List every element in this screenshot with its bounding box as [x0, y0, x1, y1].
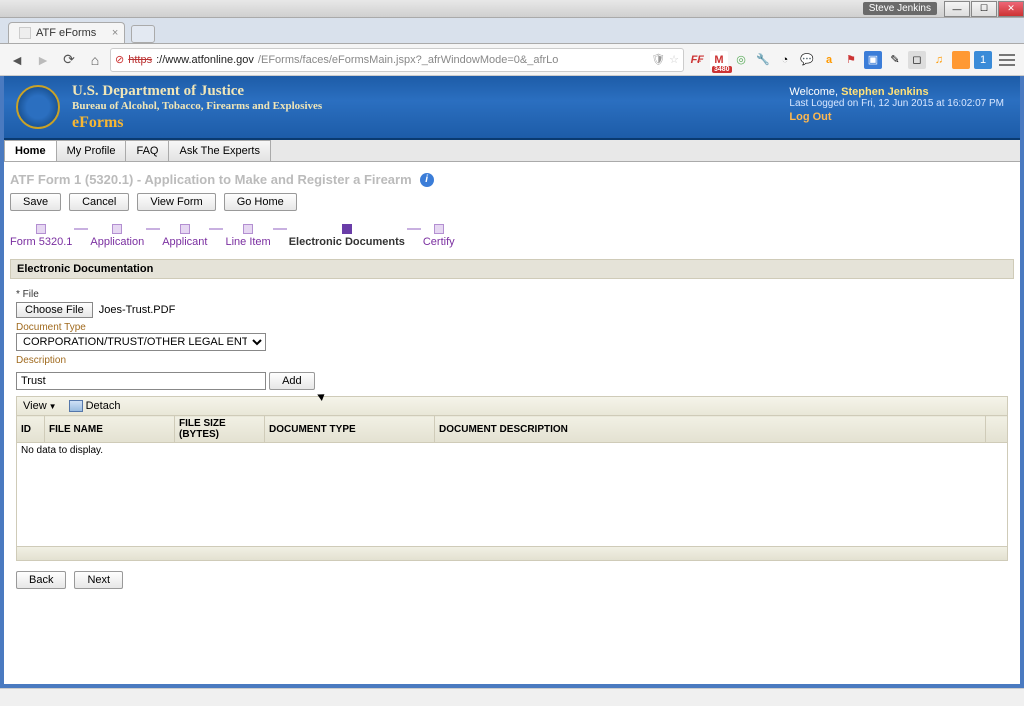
ff-extension-icon[interactable]: F₣	[688, 51, 706, 69]
view-form-button[interactable]: View Form	[137, 193, 215, 211]
chrome-menu-button[interactable]	[996, 49, 1018, 71]
grey-extension-icon[interactable]: ◻	[908, 51, 926, 69]
train-stop-applicant[interactable]: Applicant	[162, 224, 207, 248]
detach-button[interactable]: Detach	[69, 400, 121, 412]
col-id[interactable]: ID	[17, 416, 45, 443]
shield-icon[interactable]: 🛡	[651, 53, 665, 66]
col-document-description[interactable]: DOCUMENT DESCRIPTION	[435, 416, 986, 443]
go-home-button[interactable]: Go Home	[224, 193, 297, 211]
train-stop-line-item[interactable]: Line Item	[225, 224, 270, 248]
info-icon[interactable]: i	[420, 173, 434, 187]
chevron-down-icon: ▼	[49, 402, 57, 411]
nav-tab-my-profile[interactable]: My Profile	[56, 140, 127, 161]
train-stop-electronic-documents[interactable]: Electronic Documents	[289, 224, 405, 248]
wizard-train: Form 5320.1 Application Applicant Line I…	[10, 219, 1014, 253]
description-label: Description	[16, 355, 1008, 366]
view-menu[interactable]: View ▼	[23, 400, 57, 412]
train-stop-application[interactable]: Application	[90, 224, 144, 248]
reload-button[interactable]: ⟳	[58, 49, 80, 71]
agency-header: U.S. Department of Justice Bureau of Alc…	[4, 76, 1020, 140]
browser-tab-title: ATF eForms	[36, 27, 96, 39]
train-stop-form[interactable]: Form 5320.1	[10, 224, 72, 248]
new-tab-button[interactable]	[131, 25, 155, 43]
table-toolbar: View ▼ Detach	[16, 396, 1008, 415]
bureau-name: Bureau of Alcohol, Tobacco, Firearms and…	[72, 100, 322, 112]
amazon-extension-icon[interactable]: a	[820, 51, 838, 69]
security-warning-icon: ⊘	[115, 53, 124, 66]
browser-tab[interactable]: ATF eForms ×	[8, 22, 125, 43]
page-favicon-icon	[19, 27, 31, 39]
music-extension-icon[interactable]: ♫	[930, 51, 948, 69]
clock-extension-icon[interactable]: ◔	[776, 51, 794, 69]
save-button[interactable]: Save	[10, 193, 61, 211]
documents-table: ID FILE NAME FILE SIZE (BYTES) DOCUMENT …	[16, 415, 1008, 547]
page-body: U.S. Department of Justice Bureau of Alc…	[0, 76, 1024, 688]
description-input[interactable]	[16, 372, 266, 390]
app-name: eForms	[72, 114, 322, 132]
flag-extension-icon[interactable]: ⚑	[842, 51, 860, 69]
bookmark-icon[interactable]: ☆	[669, 53, 679, 66]
folder-extension-icon[interactable]: ▣	[864, 51, 882, 69]
col-actions	[986, 416, 1008, 443]
evernote-extension-icon[interactable]: ◎	[732, 51, 750, 69]
document-type-select[interactable]: CORPORATION/TRUST/OTHER LEGAL ENTITY	[16, 333, 266, 351]
welcome-label: Welcome,	[789, 86, 838, 98]
browser-status-bar	[0, 688, 1024, 706]
nav-tab-ask-experts[interactable]: Ask The Experts	[168, 140, 271, 161]
doj-seal-icon	[16, 85, 60, 129]
gmail-badge: 3480	[712, 66, 732, 73]
col-file-size[interactable]: FILE SIZE (BYTES)	[175, 416, 265, 443]
welcome-user: Stephen Jenkins	[841, 86, 928, 98]
page-title: ATF Form 1 (5320.1) - Application to Mak…	[10, 172, 412, 187]
home-button[interactable]: ⌂	[84, 49, 106, 71]
choose-file-button[interactable]: Choose File	[16, 302, 93, 318]
section-title: Electronic Documentation	[10, 259, 1014, 279]
train-stop-certify[interactable]: Certify	[423, 224, 455, 248]
cancel-button[interactable]: Cancel	[69, 193, 129, 211]
next-button-wizard[interactable]: Next	[74, 571, 123, 589]
close-tab-icon[interactable]: ×	[112, 27, 118, 39]
main-nav: Home My Profile FAQ Ask The Experts	[4, 140, 1020, 162]
col-document-type[interactable]: DOCUMENT TYPE	[265, 416, 435, 443]
logout-link[interactable]: Log Out	[789, 111, 831, 123]
wand-extension-icon[interactable]: ✎	[886, 51, 904, 69]
col-file-name[interactable]: FILE NAME	[45, 416, 175, 443]
window-maximize-button[interactable]: ☐	[971, 1, 997, 17]
nav-tab-home[interactable]: Home	[4, 140, 57, 161]
url-host: ://www.atfonline.gov	[156, 54, 254, 66]
extensions-row: F₣ M3480 ◎ 🔧 ◔ 💬 a ⚑ ▣ ✎ ◻ ♫ 1	[688, 51, 992, 69]
window-minimize-button[interactable]: —	[944, 1, 970, 17]
browser-tab-strip: ATF eForms ×	[0, 18, 1024, 44]
forward-button[interactable]: ►	[32, 49, 54, 71]
windows-user-badge: Steve Jenkins	[863, 2, 937, 15]
back-button-wizard[interactable]: Back	[16, 571, 66, 589]
nav-tab-faq[interactable]: FAQ	[125, 140, 169, 161]
dept-name: U.S. Department of Justice	[72, 83, 322, 100]
gmail-extension-icon[interactable]: M3480	[710, 51, 728, 69]
table-footer	[16, 547, 1008, 561]
file-label: * File	[16, 289, 1008, 300]
orange-extension-icon[interactable]	[952, 51, 970, 69]
browser-toolbar: ◄ ► ⟳ ⌂ ⊘ https ://www.atfonline.gov /EF…	[0, 44, 1024, 76]
document-type-label: Document Type	[16, 322, 1008, 333]
url-path: /EForms/faces/eFormsMain.jspx?_afrWindow…	[258, 54, 558, 66]
window-close-button[interactable]: ✕	[998, 1, 1024, 17]
no-data-message: No data to display.	[17, 443, 1008, 459]
detach-icon	[69, 400, 83, 412]
windows-titlebar: Steve Jenkins — ☐ ✕	[0, 0, 1024, 18]
chosen-filename: Joes-Trust.PDF	[99, 304, 176, 316]
add-button[interactable]: Add	[269, 372, 315, 390]
back-button[interactable]: ◄	[6, 49, 28, 71]
onepassword-extension-icon[interactable]: 1	[974, 51, 992, 69]
address-bar[interactable]: ⊘ https ://www.atfonline.gov /EForms/fac…	[110, 48, 684, 72]
chat-extension-icon[interactable]: 💬	[798, 51, 816, 69]
url-scheme: https	[128, 54, 152, 66]
last-logged: Last Logged on Fri, 12 Jun 2015 at 16:02…	[789, 98, 1004, 109]
wrench-extension-icon[interactable]: 🔧	[754, 51, 772, 69]
